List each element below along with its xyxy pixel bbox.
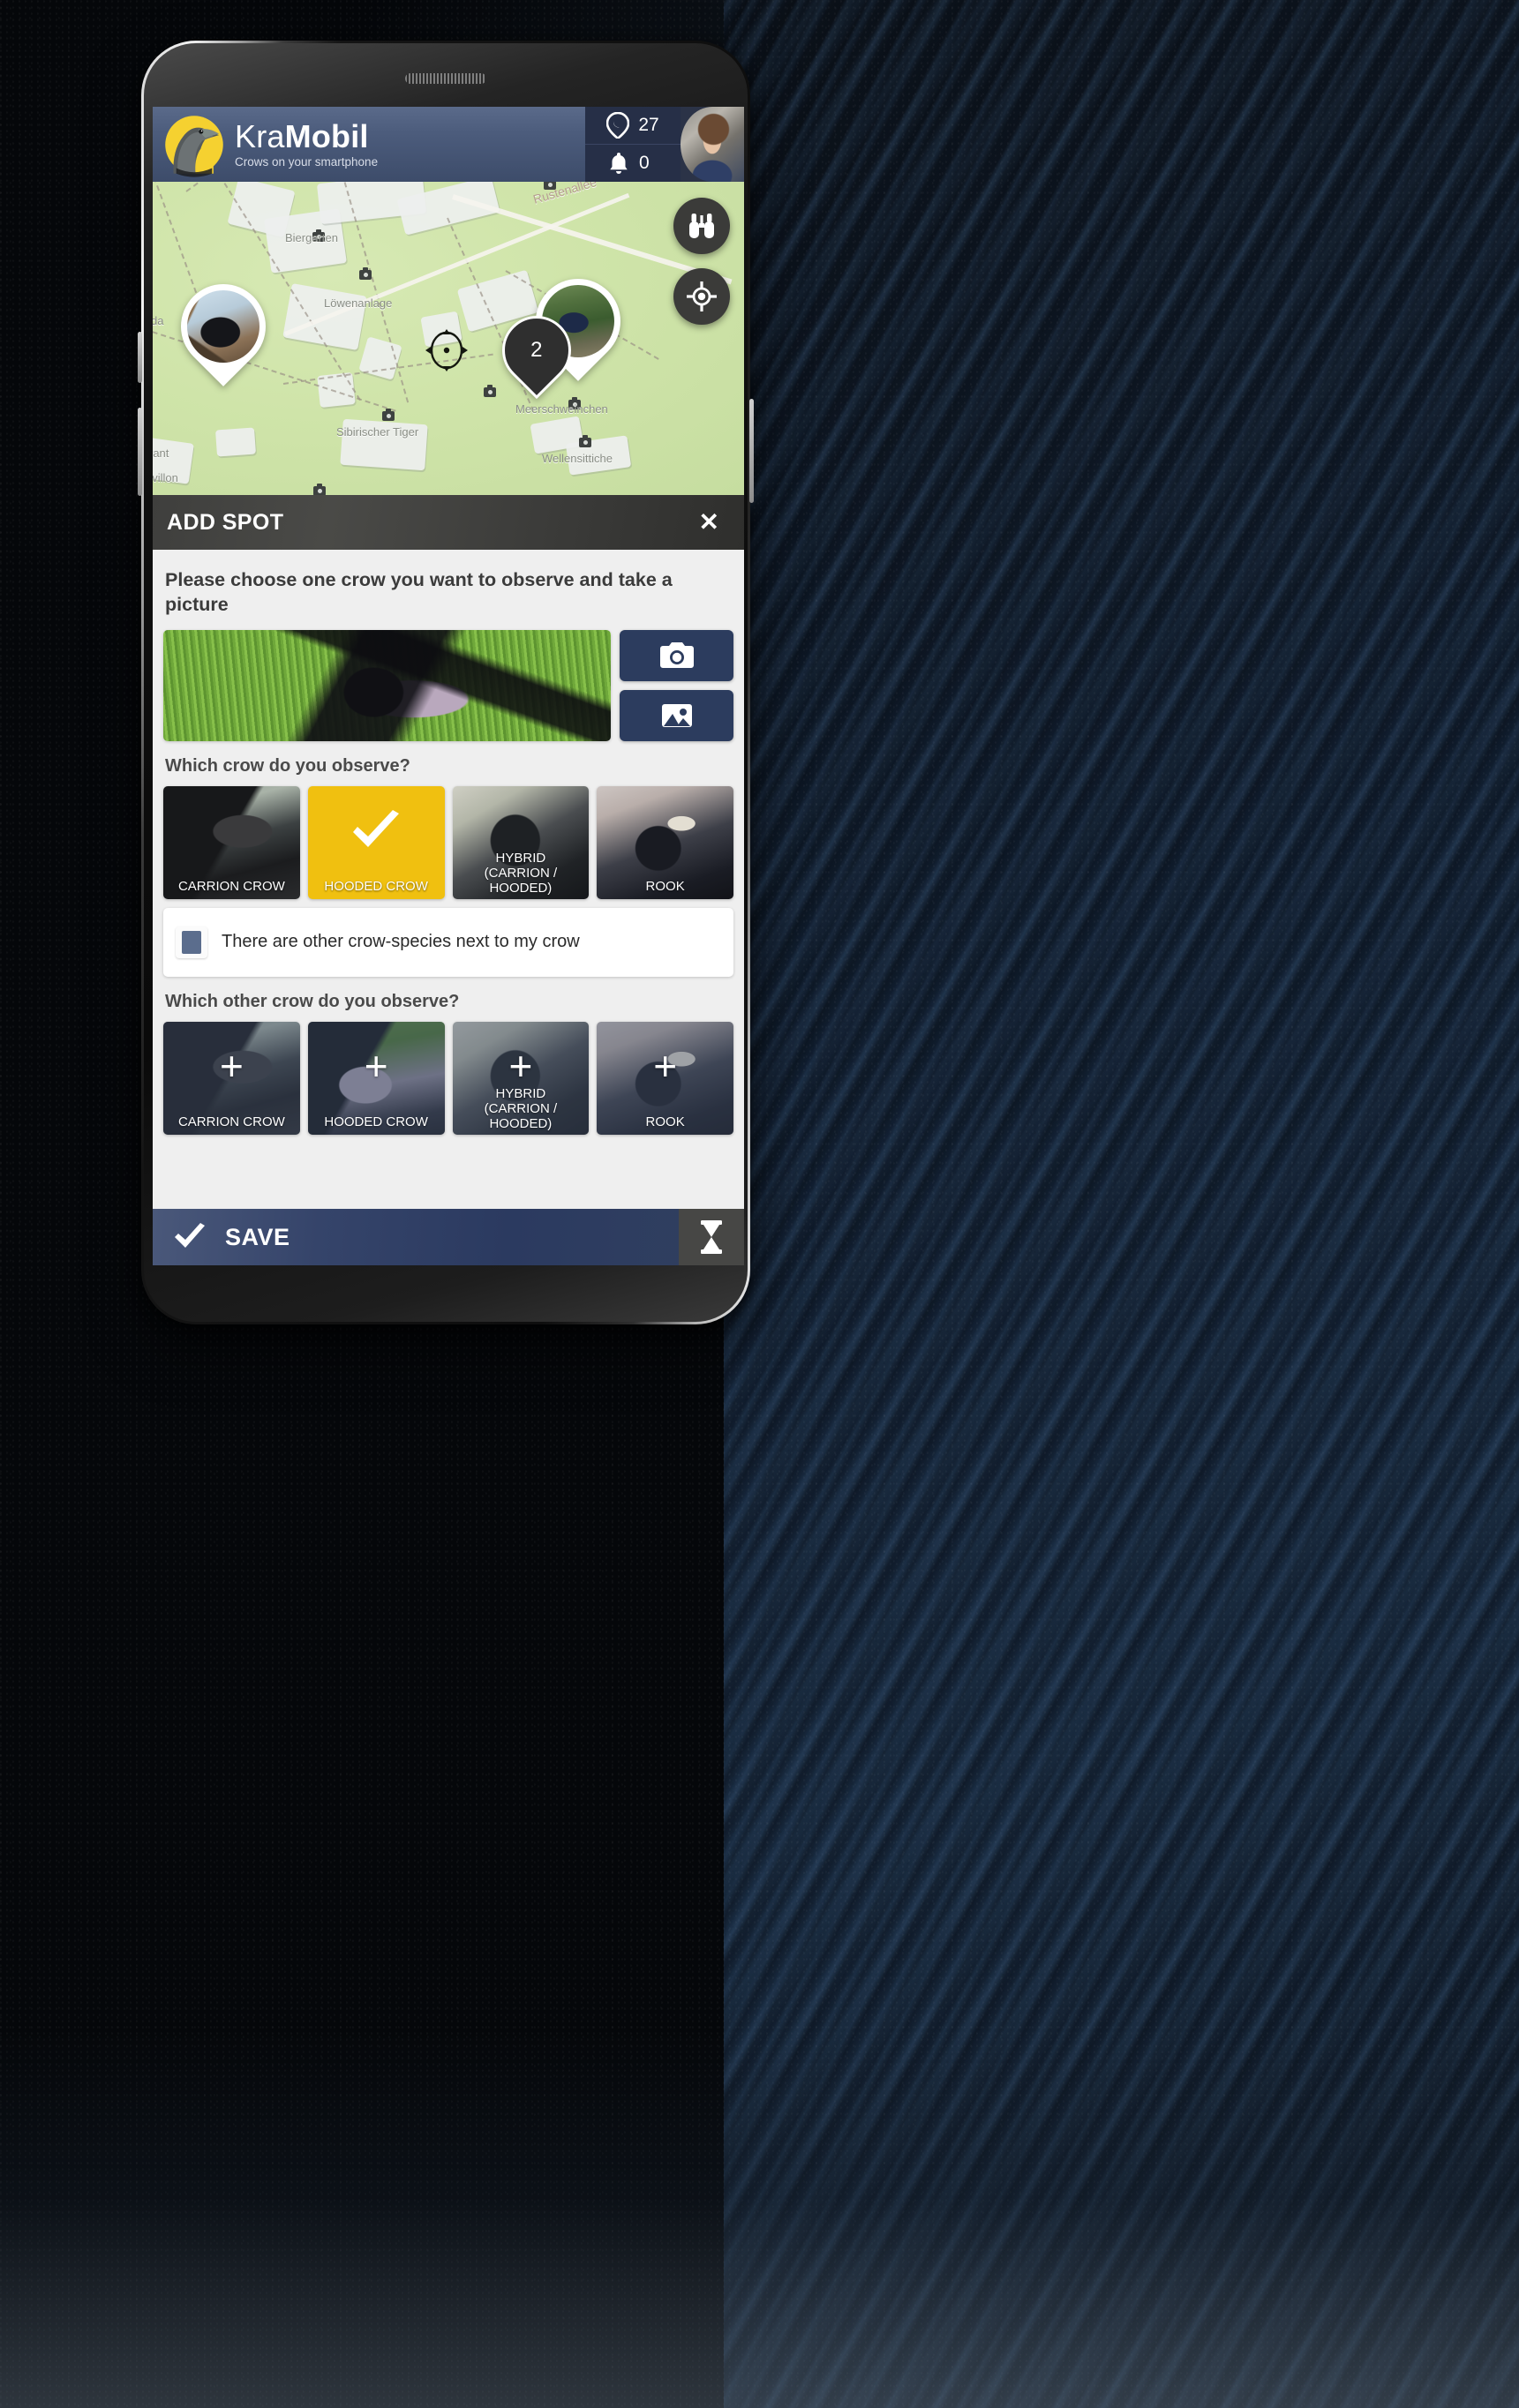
sheet-prompt: Please choose one crow you want to obser…	[165, 569, 673, 616]
app-screen: KraMobil Crows on your smartphone 27 0 R…	[153, 107, 744, 1265]
question-primary: Which crow do you observe?	[165, 755, 410, 776]
species-label: ROOK	[645, 1114, 685, 1129]
avatar-photo	[681, 107, 744, 182]
crow-logo-icon	[160, 110, 229, 179]
phone-earpiece	[405, 73, 486, 84]
image-gallery-icon[interactable]	[620, 689, 733, 741]
primary-species-grid: CARRION CROW HOODED CROW HYBRID (CARRION…	[163, 785, 733, 899]
background-bottom-fade	[0, 2029, 1519, 2408]
map-label: avillon	[153, 471, 178, 484]
map-label: Wellensittiche	[542, 452, 613, 465]
add-spot-sheet: ADD SPOT ✕ Please choose one crow you wa…	[153, 495, 744, 1265]
avatar[interactable]	[681, 107, 744, 182]
photo-row	[163, 629, 733, 741]
brand-area[interactable]: KraMobil Crows on your smartphone	[153, 107, 585, 182]
map-camera-icon	[484, 385, 496, 397]
app-header: KraMobil Crows on your smartphone 27 0	[153, 107, 744, 182]
checkmark-icon	[172, 1223, 207, 1251]
map-label: Meerschweinchen	[515, 402, 608, 416]
sheet-header: ADD SPOT ✕	[153, 495, 744, 550]
map-label: Sibirischer Tiger	[336, 425, 419, 439]
species-card-rook[interactable]: ROOK	[597, 785, 733, 899]
app-tagline: Crows on your smartphone	[235, 154, 379, 169]
question-secondary: Which other crow do you observe?	[165, 991, 460, 1011]
add-species-card-hybrid-carrion-hooded[interactable]: + HYBRID (CARRION / HOODED)	[452, 1021, 590, 1135]
brand-text: KraMobil Crows on your smartphone	[235, 117, 379, 169]
species-label: HYBRID (CARRION / HOODED)	[484, 1086, 558, 1131]
map-spot-pin[interactable]	[163, 266, 283, 386]
cluster-count: 2	[530, 338, 543, 363]
add-species-card-carrion-crow[interactable]: + CARRION CROW	[163, 1021, 300, 1135]
notifications-count: 0	[639, 153, 650, 173]
map-pin-icon	[606, 112, 630, 139]
species-label: CARRION CROW	[177, 1114, 285, 1129]
species-card-carrion-crow[interactable]: CARRION CROW	[163, 785, 300, 899]
spots-counter[interactable]: 27	[585, 107, 681, 144]
map-camera-icon	[579, 435, 591, 447]
app-title-bold: Mobil	[284, 117, 369, 154]
species-card-hooded-crow[interactable]: HOODED CROW	[307, 785, 445, 899]
other-species-checkbox-row[interactable]: There are other crow-species next to my …	[163, 907, 733, 977]
photo-buttons	[620, 629, 733, 741]
pin-shape	[163, 266, 283, 386]
checkmark-icon	[349, 809, 403, 853]
map-view[interactable]: Rustenallee Biergarten Löwenanlage Sibir…	[153, 182, 744, 495]
plus-icon: +	[219, 1042, 244, 1089]
binoculars-icon[interactable]	[673, 198, 730, 254]
species-label: HYBRID (CARRION / HOODED)	[484, 851, 558, 896]
sheet-body: Please choose one crow you want to obser…	[153, 550, 744, 1265]
plus-icon: +	[364, 1042, 388, 1089]
plus-icon: +	[653, 1042, 678, 1089]
photo-preview[interactable]	[163, 629, 611, 741]
header-stats: 27 0	[585, 107, 681, 182]
map-camera-icon	[313, 484, 326, 495]
phone-bezel: KraMobil Crows on your smartphone 27 0 R…	[144, 43, 748, 1322]
species-label: HOODED CROW	[324, 1114, 428, 1129]
page-title: ADD SPOT	[167, 509, 284, 535]
crosshair-locate-icon[interactable]	[673, 268, 730, 325]
checkbox-icon[interactable]	[176, 926, 207, 958]
bell-icon	[607, 151, 630, 176]
map-center-crosshair-icon	[424, 327, 470, 373]
add-species-card-hooded-crow[interactable]: + HOODED CROW	[307, 1021, 445, 1135]
close-icon[interactable]: ✕	[694, 506, 725, 538]
pin-thumbnail	[187, 290, 259, 363]
checkbox-label: There are other crow-species next to my …	[222, 932, 580, 952]
phone-volume-up-button	[138, 332, 142, 383]
phone-mockup: KraMobil Crows on your smartphone 27 0 R…	[138, 41, 754, 1324]
plus-icon: +	[508, 1042, 533, 1089]
hourglass-icon[interactable]	[679, 1209, 744, 1265]
notifications-counter[interactable]: 0	[585, 144, 681, 182]
species-label: CARRION CROW	[177, 878, 285, 894]
map-camera-icon	[382, 409, 395, 421]
species-label: ROOK	[645, 878, 685, 894]
species-label: HOODED CROW	[324, 878, 428, 894]
map-label: da	[153, 314, 164, 327]
app-title: KraMobil	[235, 117, 378, 154]
species-card-hybrid-carrion-hooded[interactable]: HYBRID (CARRION / HOODED)	[452, 785, 590, 899]
phone-volume-down-button	[138, 408, 142, 496]
map-label: Löwenanlage	[324, 296, 393, 310]
save-button[interactable]: SAVE	[153, 1209, 679, 1265]
phone-power-button	[749, 399, 754, 503]
save-label: SAVE	[225, 1223, 290, 1250]
camera-icon[interactable]	[620, 629, 733, 681]
map-label: rant	[153, 446, 169, 460]
app-title-light: Kra	[235, 117, 285, 154]
add-species-card-rook[interactable]: + ROOK	[597, 1021, 733, 1135]
map-spot-pin-cluster[interactable]: 2	[487, 261, 638, 400]
secondary-species-grid: + CARRION CROW + HOODED CROW + HYBRID (C…	[163, 1021, 733, 1135]
spots-count: 27	[638, 115, 659, 135]
map-label: Biergarten	[285, 231, 338, 244]
map-camera-icon	[359, 267, 372, 280]
save-bar: SAVE	[153, 1209, 744, 1265]
